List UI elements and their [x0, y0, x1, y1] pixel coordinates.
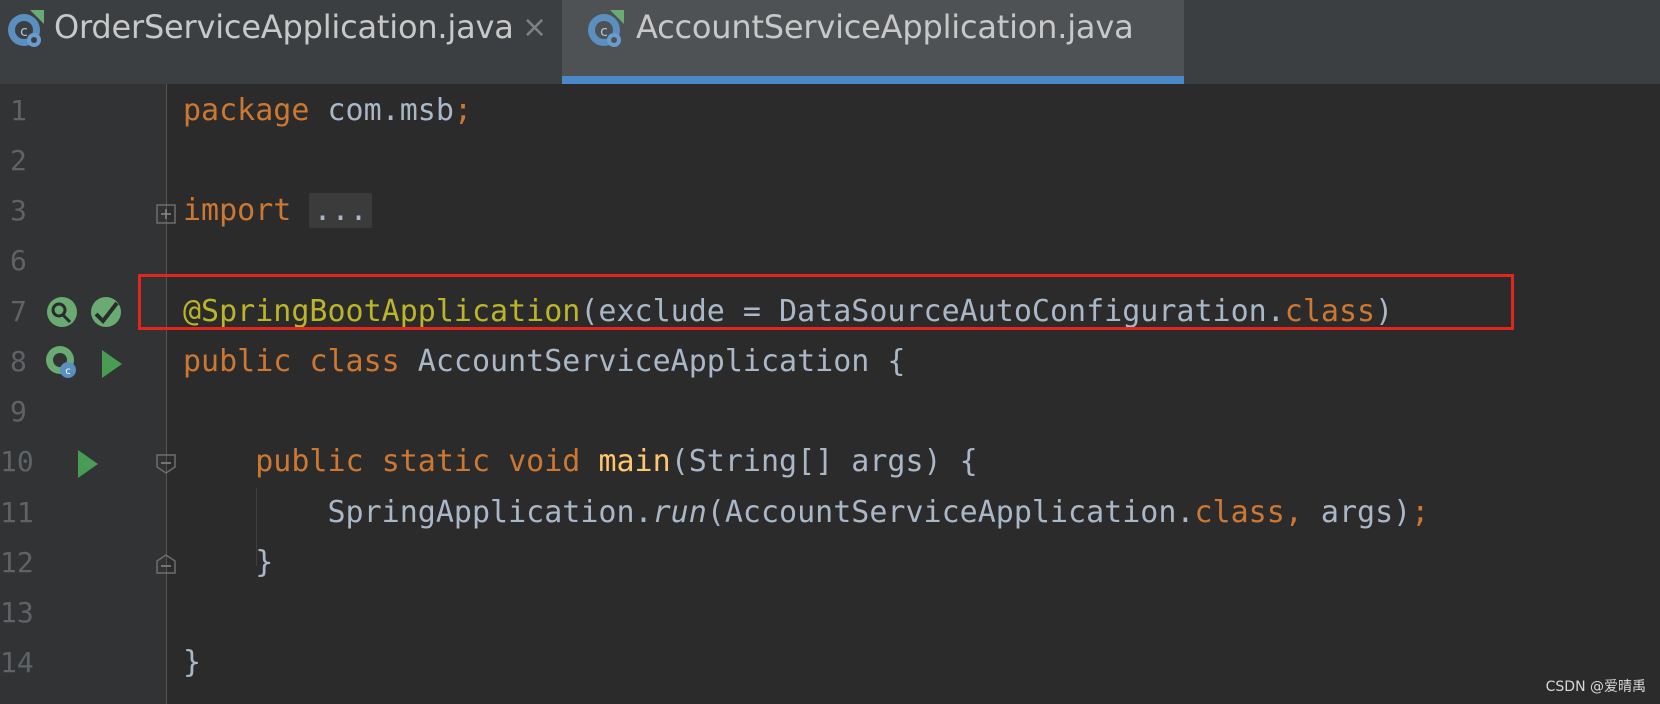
watermark: CSDN @爱晴禹 [1545, 679, 1646, 695]
static-method-call: run [652, 495, 707, 530]
code-line-14[interactable]: } [183, 638, 201, 688]
spring-boot-class-icon: c [588, 10, 624, 47]
line-number: 9 [10, 395, 27, 428]
fold-collapse-icon[interactable] [156, 454, 176, 474]
keyword: class [1194, 495, 1285, 530]
tab-label: AccountServiceApplication.java [636, 8, 1134, 46]
line-number: 2 [10, 144, 27, 177]
line-number: 7 [10, 295, 27, 328]
line-number: 12 [0, 546, 34, 579]
class-ref: SpringApplication. [327, 495, 653, 530]
run-icon[interactable] [94, 346, 130, 382]
tab-order-service[interactable]: c OrderServiceApplication.java × [0, 0, 562, 84]
keyword: public [183, 344, 292, 379]
code-line-10[interactable]: public static void main(String[] args) { [183, 437, 978, 487]
spring-bean-check-icon[interactable] [88, 294, 124, 330]
svg-text:c: c [65, 366, 71, 377]
gutter-divider [166, 84, 167, 704]
svg-text:c: c [20, 24, 28, 40]
semicolon: ; [1411, 495, 1430, 530]
keyword: class [309, 344, 400, 379]
code-line-8[interactable]: public class AccountServiceApplication { [183, 337, 905, 387]
class-declaration: AccountServiceApplication { [399, 344, 906, 379]
close-icon[interactable]: × [522, 10, 547, 45]
call-args: (AccountServiceApplication. [706, 495, 1195, 530]
keyword: package [183, 93, 310, 128]
line-number: 6 [10, 244, 27, 277]
tab-account-service[interactable]: c AccountServiceApplication.java × [562, 0, 1184, 84]
package-name: com.msb [309, 93, 454, 128]
line-number: 10 [0, 445, 34, 478]
tab-label: OrderServiceApplication.java [54, 8, 514, 46]
run-icon[interactable] [70, 446, 106, 482]
code-line-1[interactable]: package com.msb; [183, 86, 472, 136]
line-number: 14 [0, 646, 34, 679]
keyword: import [183, 193, 292, 228]
keyword: public [255, 444, 364, 479]
svg-text:c: c [600, 24, 608, 40]
spring-bean-search-icon[interactable] [44, 294, 80, 330]
code-line-11[interactable]: SpringApplication.run(AccountServiceAppl… [183, 488, 1430, 538]
editor-tab-bar: c OrderServiceApplication.java × c Accou… [0, 0, 1660, 84]
fold-expand-icon[interactable] [156, 204, 176, 224]
code-line-3[interactable]: import ... [183, 186, 372, 236]
spring-boot-class-icon[interactable]: c [44, 344, 80, 380]
keyword: void [508, 444, 581, 479]
method-name: main [598, 444, 671, 479]
line-number: 3 [10, 194, 27, 227]
line-number: 1 [10, 94, 27, 127]
comma: , [1284, 495, 1303, 530]
line-number: 11 [0, 496, 34, 529]
highlight-annotation-box [138, 274, 1514, 330]
call-args-end: args) [1302, 495, 1412, 530]
folded-imports[interactable]: ... [309, 193, 372, 228]
fold-end-icon[interactable] [156, 554, 176, 574]
method-params: (String[] args) { [670, 444, 978, 479]
line-number: 8 [10, 345, 27, 378]
spring-boot-class-icon: c [8, 10, 44, 47]
line-number: 13 [0, 596, 34, 629]
code-line-12[interactable]: } [183, 538, 273, 588]
semicolon: ; [453, 93, 472, 128]
keyword: static [381, 444, 491, 479]
